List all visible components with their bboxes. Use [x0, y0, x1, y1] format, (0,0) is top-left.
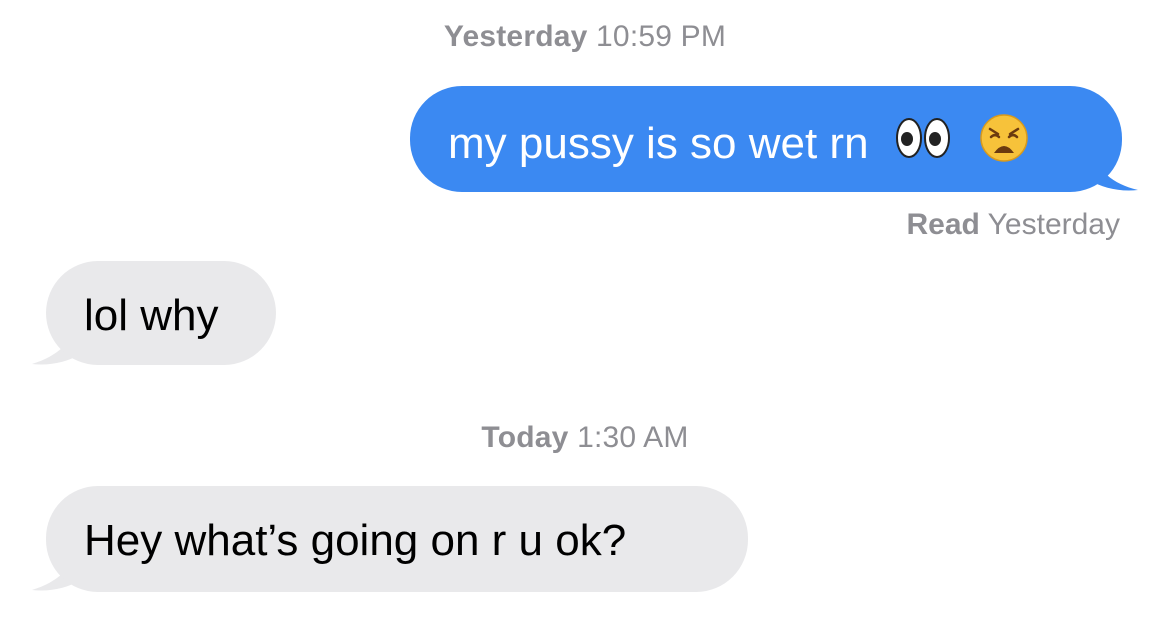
- incoming-message-bubble[interactable]: lol why: [46, 261, 276, 365]
- message-text: lol why: [84, 291, 219, 341]
- receipt-status: Read: [906, 208, 980, 241]
- eyes-emoji-icon: [895, 116, 953, 172]
- receipt-time: Yesterday: [987, 208, 1120, 241]
- timestamp-header: Yesterday 10:59 PM: [0, 20, 1170, 54]
- message-text: Hey what’s going on r u ok?: [84, 516, 627, 566]
- message-thread: Yesterday 10:59 PM my pussy is so wet rn: [0, 0, 1170, 631]
- timestamp-header: Today 1:30 AM: [0, 421, 1170, 455]
- timestamp-time: 10:59 PM: [596, 20, 727, 53]
- read-receipt: Read Yesterday: [907, 208, 1120, 242]
- timestamp-day: Today: [481, 421, 569, 454]
- message-text: my pussy is so wet rn: [448, 119, 869, 168]
- incoming-message-bubble[interactable]: Hey what’s going on r u ok?: [46, 486, 748, 592]
- outgoing-message-bubble[interactable]: my pussy is so wet rn: [410, 86, 1122, 192]
- timestamp-time: 1:30 AM: [577, 421, 689, 454]
- timestamp-day: Yesterday: [443, 20, 588, 53]
- weary-face-emoji-icon: [979, 113, 1029, 175]
